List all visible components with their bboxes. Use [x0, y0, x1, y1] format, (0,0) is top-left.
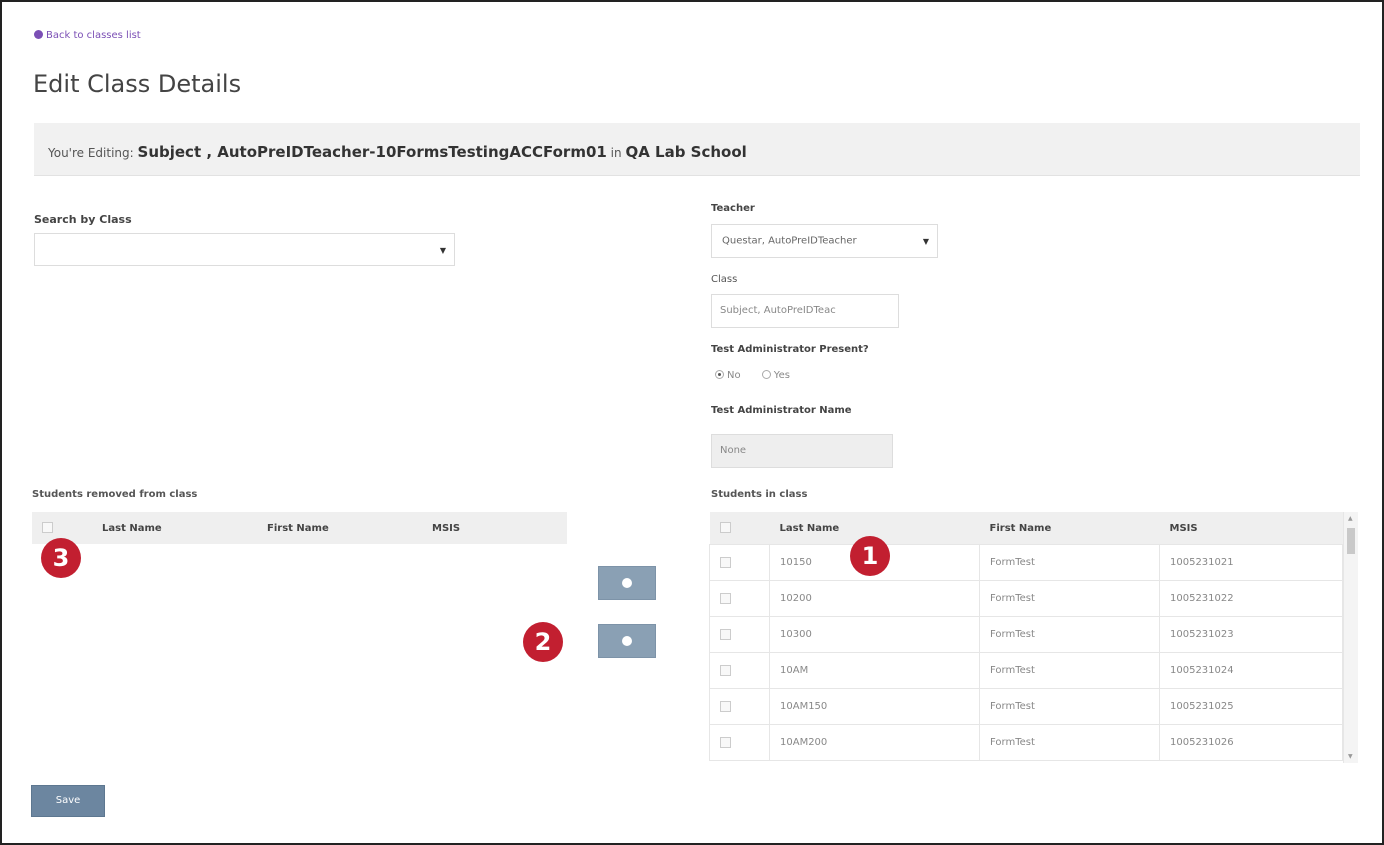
- table-row[interactable]: 10AM FormTest 1005231024: [709, 652, 1343, 689]
- arrow-icon: [622, 578, 632, 588]
- ta-present-no-option[interactable]: No: [715, 370, 741, 381]
- callout-marker-3: 3: [41, 538, 81, 578]
- ta-name-input: None: [711, 434, 893, 468]
- search-by-class-label: Search by Class: [34, 213, 132, 226]
- first-name-cell: FormTest: [979, 616, 1160, 653]
- first-name-cell: FormTest: [979, 544, 1160, 581]
- column-header[interactable]: First Name: [257, 512, 422, 544]
- msis-cell: 1005231025: [1159, 688, 1343, 725]
- removed-students-table: Last Name First Name MSIS: [32, 512, 567, 544]
- ta-name-label: Test Administrator Name: [711, 405, 852, 416]
- column-header[interactable]: Last Name: [92, 512, 257, 544]
- table-row[interactable]: 10AM200 FormTest 1005231026: [709, 724, 1343, 761]
- back-arrow-icon: [34, 30, 43, 39]
- radio-no[interactable]: [715, 370, 724, 379]
- table-row[interactable]: 10200 FormTest 1005231022: [709, 580, 1343, 617]
- editing-prefix: You're Editing:: [48, 146, 134, 160]
- first-name-cell: FormTest: [979, 724, 1160, 761]
- row-checkbox[interactable]: [720, 700, 731, 712]
- row-select-cell: [709, 688, 770, 725]
- ta-present-yes-option[interactable]: Yes: [761, 370, 790, 381]
- row-select-cell: [709, 616, 770, 653]
- page-title: Edit Class Details: [33, 70, 242, 98]
- table-header-row: Last Name First Name MSIS: [709, 512, 1343, 545]
- teacher-label: Teacher: [711, 203, 755, 214]
- select-all-header: [709, 512, 770, 545]
- scroll-thumb[interactable]: [1347, 528, 1355, 554]
- radio-yes[interactable]: [761, 370, 771, 379]
- scroll-down-icon[interactable]: ▼: [1348, 753, 1353, 760]
- table-row[interactable]: 10300 FormTest 1005231023: [709, 616, 1343, 653]
- ta-present-label: Test Administrator Present?: [711, 344, 869, 355]
- row-select-cell: [709, 580, 770, 617]
- select-all-checkbox[interactable]: [42, 522, 53, 534]
- last-name-cell: 10AM200: [769, 724, 980, 761]
- last-name-cell: 10200: [769, 580, 980, 617]
- search-by-class-select[interactable]: ▼: [34, 233, 455, 266]
- move-to-class-button[interactable]: [598, 566, 656, 600]
- teacher-select[interactable]: Questar, AutoPreIDTeacher ▼: [711, 224, 938, 258]
- dropdown-caret-icon: ▼: [922, 237, 929, 246]
- msis-cell: 1005231021: [1159, 544, 1343, 581]
- back-to-classes-link[interactable]: Back to classes list: [34, 30, 141, 41]
- column-header[interactable]: MSIS: [1159, 512, 1343, 545]
- editing-school-name: QA Lab School: [625, 143, 747, 161]
- msis-cell: 1005231022: [1159, 580, 1343, 617]
- back-link-label: Back to classes list: [46, 30, 141, 41]
- editing-banner: You're Editing: Subject , AutoPreIDTeach…: [34, 123, 1360, 176]
- first-name-cell: FormTest: [979, 580, 1160, 617]
- row-select-cell: [709, 544, 770, 581]
- radio-yes-label: Yes: [773, 370, 790, 381]
- msis-cell: 1005231026: [1159, 724, 1343, 761]
- dropdown-caret-icon: ▼: [439, 245, 446, 255]
- table-row[interactable]: 10AM150 FormTest 1005231025: [709, 688, 1343, 725]
- callout-marker-2: 2: [523, 622, 563, 662]
- editing-class-name: Subject , AutoPreIDTeacher-10FormsTestin…: [137, 143, 607, 161]
- class-label: Class: [711, 274, 738, 285]
- first-name-cell: FormTest: [979, 652, 1160, 689]
- last-name-cell: 10AM: [769, 652, 980, 689]
- row-select-cell: [709, 652, 770, 689]
- removed-students-label: Students removed from class: [32, 489, 198, 500]
- msis-cell: 1005231024: [1159, 652, 1343, 689]
- arrow-icon: [622, 636, 632, 646]
- last-name-cell: 10AM150: [769, 688, 980, 725]
- save-button[interactable]: Save: [31, 785, 105, 817]
- class-name-input[interactable]: Subject, AutoPreIDTeac: [711, 294, 899, 328]
- editing-connector: in: [610, 146, 622, 160]
- row-checkbox[interactable]: [720, 592, 731, 604]
- scroll-up-icon[interactable]: ▲: [1348, 515, 1353, 522]
- column-header[interactable]: First Name: [979, 512, 1160, 545]
- radio-no-label: No: [727, 370, 741, 381]
- row-checkbox[interactable]: [720, 736, 731, 748]
- row-checkbox[interactable]: [720, 664, 731, 676]
- row-select-cell: [709, 724, 770, 761]
- table-header-row: Last Name First Name MSIS: [32, 512, 567, 544]
- table-scrollbar[interactable]: ▲ ▼: [1343, 512, 1358, 763]
- row-checkbox[interactable]: [720, 556, 731, 568]
- students-in-class-table: Last Name First Name MSIS 10150 FormTest…: [709, 512, 1343, 761]
- column-header[interactable]: MSIS: [422, 512, 567, 544]
- last-name-cell: 10300: [769, 616, 980, 653]
- remove-from-class-button[interactable]: [598, 624, 656, 658]
- teacher-select-value: Questar, AutoPreIDTeacher: [722, 235, 857, 247]
- table-row[interactable]: 10150 FormTest 1005231021: [709, 544, 1343, 581]
- msis-cell: 1005231023: [1159, 616, 1343, 653]
- select-all-checkbox[interactable]: [719, 522, 731, 534]
- callout-marker-1: 1: [850, 536, 890, 576]
- first-name-cell: FormTest: [979, 688, 1160, 725]
- row-checkbox[interactable]: [720, 628, 731, 640]
- students-in-class-label: Students in class: [711, 489, 808, 500]
- ta-present-radio-group: No Yes: [715, 370, 790, 381]
